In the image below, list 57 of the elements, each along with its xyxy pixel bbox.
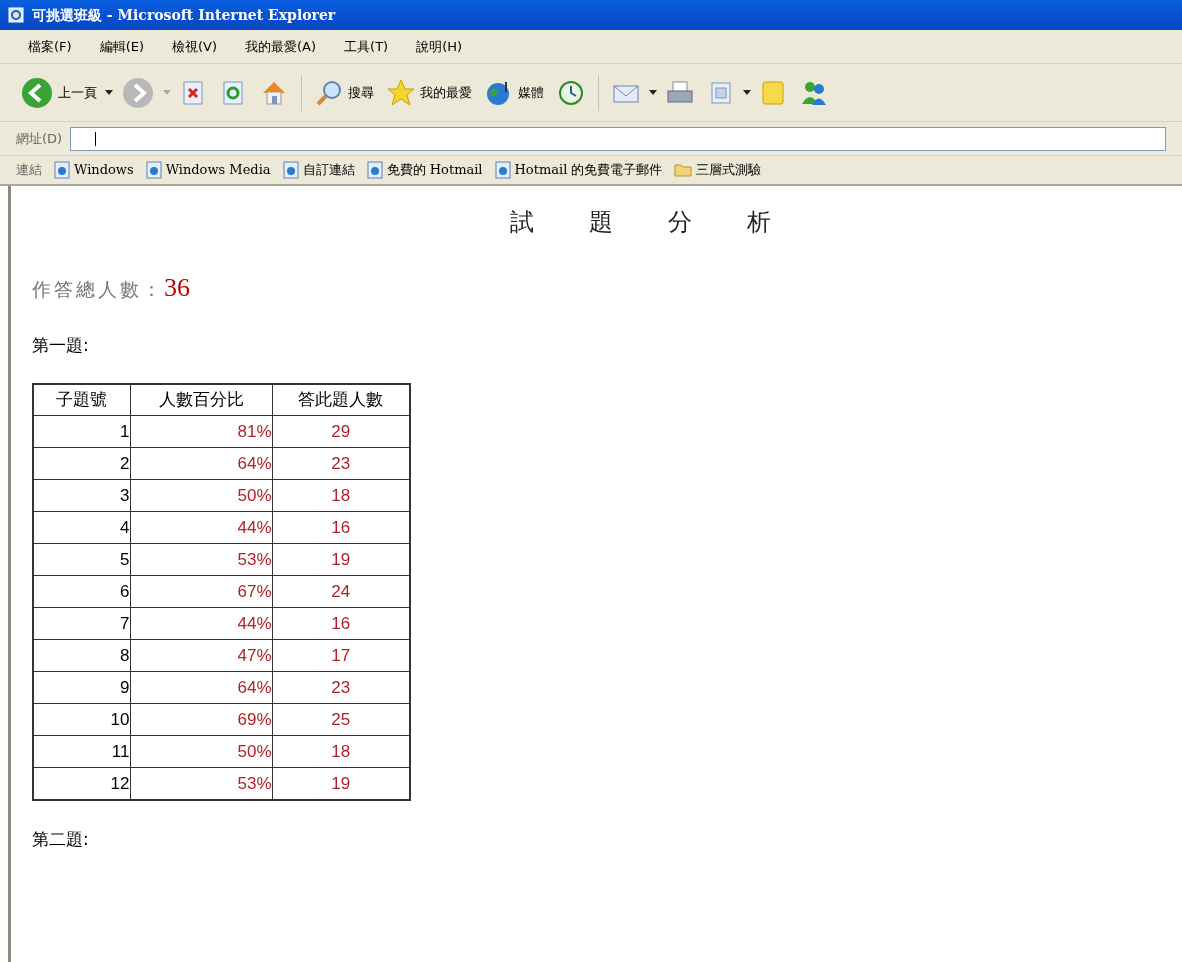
link[interactable]: 三層式測驗 — [674, 160, 762, 180]
table-cell: 11 — [33, 735, 130, 768]
link[interactable]: 免費的 Hotmail — [366, 160, 483, 180]
menu-item[interactable]: 編輯(E) — [87, 36, 156, 57]
table-cell: 10 — [33, 703, 130, 736]
link[interactable]: Hotmail 的免費電子郵件 — [494, 160, 663, 180]
table-cell: 44% — [130, 511, 272, 544]
table-cell: 50% — [130, 479, 272, 512]
table-cell: 53% — [130, 543, 272, 576]
table-cell: 3 — [33, 479, 130, 512]
column-header: 子題號 — [33, 383, 130, 416]
toolbar-button[interactable]: 媒體 — [480, 72, 548, 113]
star-icon — [386, 77, 416, 108]
table-cell: 50% — [130, 735, 272, 768]
toolbar-button[interactable]: 搜尋 — [310, 72, 378, 113]
table-cell: 1 — [33, 415, 130, 448]
menu-item[interactable]: 工具(T) — [332, 36, 401, 57]
address-label: 網址(D) — [16, 129, 63, 148]
window-title: 可挑選班級 - Microsoft Internet Explorer — [32, 5, 336, 25]
toolbar-button[interactable]: 我的最愛 — [382, 72, 476, 113]
table-cell: 5 — [33, 543, 130, 576]
table-cell: 47% — [130, 639, 272, 672]
table-cell: 81% — [130, 415, 272, 448]
total-label: 作答總人數： — [32, 277, 164, 302]
link[interactable]: Windows Media — [145, 160, 271, 180]
section-title: 第一題: — [32, 334, 90, 357]
table-cell: 69% — [130, 703, 272, 736]
menu-item[interactable]: 檔案(F) — [16, 36, 84, 57]
page-heading: 試題分析 — [510, 207, 826, 238]
folder-icon — [674, 162, 693, 178]
note-icon — [759, 78, 787, 107]
table-cell: 64% — [130, 447, 272, 480]
table-cell: 44% — [130, 607, 272, 640]
link[interactable]: Windows — [54, 160, 134, 180]
address-field[interactable] — [70, 126, 1166, 151]
page-icon — [366, 161, 383, 179]
table-cell: 4 — [33, 511, 130, 544]
column-header: 人數百分比 — [130, 383, 272, 416]
menu-item[interactable]: 說明(H) — [404, 36, 475, 57]
page-icon — [54, 161, 70, 179]
total-value: 36 — [164, 272, 190, 304]
table-cell: 7 — [33, 607, 130, 640]
table-cell: 2 — [33, 447, 130, 480]
page-icon — [494, 161, 511, 179]
links-label: 連結 — [16, 161, 42, 180]
menu-item[interactable]: 我的最愛(A) — [233, 36, 329, 57]
page-icon — [145, 161, 162, 179]
link[interactable]: 自訂連結 — [282, 160, 355, 180]
table-cell: 67% — [130, 575, 272, 608]
toolbar-button[interactable]: 上一頁 — [16, 72, 101, 113]
section-title: 第二題: — [32, 827, 90, 851]
table-cell: 9 — [33, 671, 130, 704]
page-icon — [282, 161, 299, 179]
table-cell: 64% — [130, 671, 272, 704]
menu-item[interactable]: 檢視(V) — [160, 36, 230, 57]
table-cell: 6 — [33, 575, 130, 608]
table-cell: 8 — [33, 639, 130, 672]
